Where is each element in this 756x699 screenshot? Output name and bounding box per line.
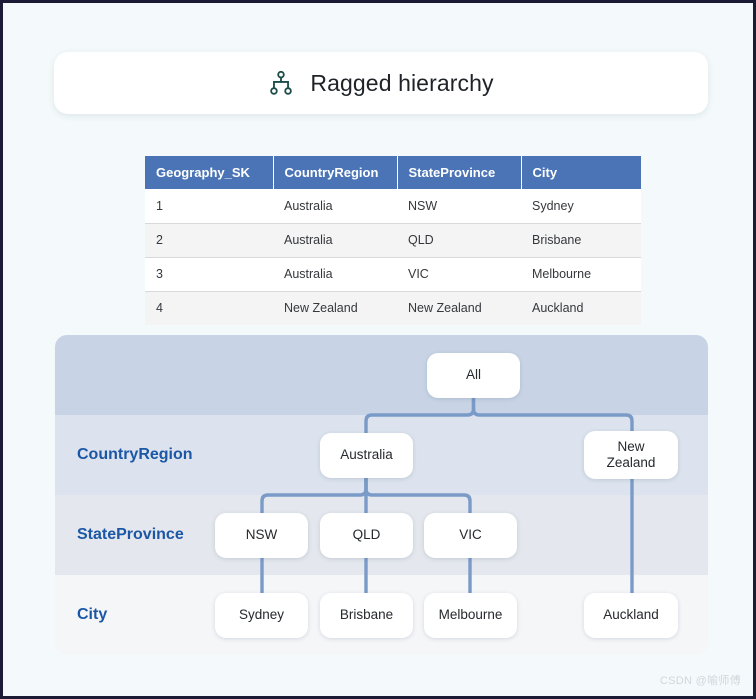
node-brisbane[interactable]: Brisbane [320,593,413,638]
title-card: Ragged hierarchy [54,52,708,114]
geography-table: Geography_SK CountryRegion StateProvince… [145,156,641,325]
page-root: Ragged hierarchy Geography_SK CountryReg… [3,3,753,696]
title-inner: Ragged hierarchy [268,70,493,97]
cell-geography-sk: 1 [145,189,273,224]
node-new-zealand[interactable]: New Zealand [584,431,678,479]
node-vic[interactable]: VIC [424,513,517,558]
cell-stateprovince: VIC [397,257,521,292]
node-nsw[interactable]: NSW [215,513,308,558]
cell-stateprovince: NSW [397,189,521,224]
column-header-city[interactable]: City [521,156,641,189]
node-auckland[interactable]: Auckland [584,593,678,638]
cell-city: Auckland [521,291,641,325]
node-all[interactable]: All [427,353,520,398]
cell-geography-sk: 3 [145,257,273,292]
node-australia[interactable]: Australia [320,433,413,478]
column-header-countryregion[interactable]: CountryRegion [273,156,398,189]
node-melbourne[interactable]: Melbourne [424,593,517,638]
cell-stateprovince: New Zealand [397,291,521,325]
column-header-stateprovince[interactable]: StateProvince [397,156,522,189]
cell-countryregion: Australia [273,223,397,258]
cell-countryregion: Australia [273,189,397,224]
cell-city: Brisbane [521,223,641,258]
band-label-stateprovince: StateProvince [77,526,184,543]
hierarchy-diagram: CountryRegion StateProvince City All Aus… [55,335,708,655]
page-title: Ragged hierarchy [310,69,494,96]
cell-geography-sk: 4 [145,291,273,325]
table-row[interactable]: 3 Australia VIC Melbourne [145,257,641,292]
watermark: CSDN @喻师傅 [659,675,741,687]
cell-geography-sk: 2 [145,223,273,258]
cell-countryregion: New Zealand [273,291,397,325]
column-header-geography-sk[interactable]: Geography_SK [145,156,274,189]
cell-city: Melbourne [521,257,641,292]
hierarchy-icon [268,70,294,96]
cell-stateprovince: QLD [397,223,521,258]
table-row[interactable]: 2 Australia QLD Brisbane [145,223,641,258]
band-label-countryregion: CountryRegion [77,446,193,463]
table-row[interactable]: 1 Australia NSW Sydney [145,189,641,224]
table-row[interactable]: 4 New Zealand New Zealand Auckland [145,291,641,325]
cell-city: Sydney [521,189,641,224]
node-sydney[interactable]: Sydney [215,593,308,638]
table-header-row: Geography_SK CountryRegion StateProvince… [145,156,641,189]
cell-countryregion: Australia [273,257,397,292]
band-label-city: City [77,606,108,623]
band-all [55,335,708,415]
node-qld[interactable]: QLD [320,513,413,558]
